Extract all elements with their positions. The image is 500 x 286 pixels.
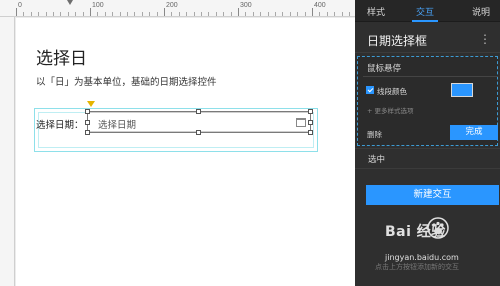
ruler-marker-icon xyxy=(67,0,73,5)
line-color-checkbox[interactable] xyxy=(366,86,374,94)
ruler-tick xyxy=(282,12,284,16)
ruler-label-300: 300 xyxy=(240,2,252,9)
ruler-tick xyxy=(304,12,306,16)
ruler-tick xyxy=(127,12,128,16)
ruler-tick xyxy=(30,12,32,16)
ruler-tick xyxy=(23,12,25,16)
ruler-tick xyxy=(334,12,336,16)
delete-button[interactable]: 删除 xyxy=(367,129,382,140)
hover-event-title[interactable]: 鼠标悬停 xyxy=(367,62,401,74)
ruler-tick xyxy=(312,8,313,16)
resize-handle-t[interactable] xyxy=(196,109,201,114)
ruler-tick xyxy=(141,12,143,16)
ruler-tick xyxy=(297,12,299,16)
ruler-tick xyxy=(164,8,165,16)
divider xyxy=(363,76,498,77)
ruler-tick xyxy=(38,12,40,16)
ruler-tick xyxy=(112,12,114,16)
ruler-tick xyxy=(252,12,254,16)
active-tab-indicator xyxy=(412,20,438,22)
line-color-label[interactable]: 线段颜色 xyxy=(377,86,407,97)
ruler-label-100: 100 xyxy=(92,2,104,9)
ruler-tick xyxy=(119,12,121,16)
resize-handle-b[interactable] xyxy=(196,130,201,135)
ruler-tick xyxy=(16,8,17,16)
widget-name[interactable]: 日期选择框 xyxy=(367,32,427,49)
baidu-watermark: Bai 经验 jingyan.baidu.com xyxy=(385,215,495,270)
divider xyxy=(355,52,500,53)
ruler-tick xyxy=(275,12,276,16)
done-button[interactable]: 完成 xyxy=(450,125,498,140)
ruler-tick xyxy=(289,12,291,16)
tab-interaction[interactable]: 交互 xyxy=(416,5,434,18)
ruler-tick xyxy=(238,8,239,16)
ruler-tick xyxy=(53,12,54,16)
ruler-tick xyxy=(215,12,217,16)
ruler-tick xyxy=(223,12,225,16)
ruler-tick xyxy=(97,12,99,16)
canvas-area[interactable]: 0 100 200 300 400 选择日 以「日」为基本单位，基础的日期选择控… xyxy=(0,0,355,286)
ruler-tick xyxy=(60,12,62,16)
date-label[interactable]: 选择日期： xyxy=(36,117,84,131)
ruler-tick xyxy=(267,12,269,16)
resize-handle-r[interactable] xyxy=(308,120,313,125)
ruler-tick xyxy=(230,12,232,16)
resize-handle-tl[interactable] xyxy=(85,109,90,114)
ruler-tick xyxy=(208,12,210,16)
more-options-icon[interactable]: ⋮ xyxy=(479,32,491,46)
ruler-tick xyxy=(245,12,247,16)
ruler-tick xyxy=(90,8,91,16)
ruler-tick xyxy=(82,12,84,16)
resize-handle-br[interactable] xyxy=(308,130,313,135)
anchor-marker-icon[interactable] xyxy=(87,101,95,107)
inspector-tabs: 样式 交互 说明 xyxy=(355,0,500,22)
ruler-tick xyxy=(349,12,350,16)
ruler-tick xyxy=(186,12,188,16)
ruler-tick xyxy=(326,12,328,16)
page-heading[interactable]: 选择日 xyxy=(36,44,87,69)
ruler-tick xyxy=(341,12,343,16)
tab-style[interactable]: 样式 xyxy=(367,5,385,18)
design-page[interactable]: 选择日 以「日」为基本单位，基础的日期选择控件 选择日期： 选择日期 xyxy=(16,18,355,286)
ruler-tick xyxy=(178,12,180,16)
ruler-label-200: 200 xyxy=(166,2,178,9)
ruler-tick xyxy=(193,12,195,16)
page-description[interactable]: 以「日」为基本单位，基础的日期选择控件 xyxy=(36,74,217,88)
ruler-tick xyxy=(171,12,173,16)
ruler-tick xyxy=(149,12,151,16)
vertical-ruler xyxy=(0,17,15,286)
divider xyxy=(355,148,500,149)
horizontal-ruler: 0 100 200 300 400 xyxy=(0,0,355,17)
resize-handle-tr[interactable] xyxy=(308,109,313,114)
divider xyxy=(355,168,500,169)
tab-notes[interactable]: 说明 xyxy=(472,5,490,18)
ruler-tick xyxy=(201,12,202,16)
line-color-swatch[interactable] xyxy=(451,83,473,97)
watermark-url: jingyan.baidu.com xyxy=(385,253,459,262)
app-window: 0 100 200 300 400 选择日 以「日」为基本单位，基础的日期选择控… xyxy=(0,0,500,286)
ruler-tick xyxy=(75,12,77,16)
selected-event-item[interactable]: 选中 xyxy=(368,153,385,165)
ruler-tick xyxy=(260,12,262,16)
ruler-label-400: 400 xyxy=(314,2,326,9)
resize-handle-bl[interactable] xyxy=(85,130,90,135)
new-interaction-button[interactable]: 新建交互 xyxy=(366,185,499,205)
paw-logo-icon xyxy=(427,217,449,239)
ruler-tick xyxy=(104,12,106,16)
more-style-options-link[interactable]: + 更多样式选项 xyxy=(367,105,414,115)
resize-handle-l[interactable] xyxy=(85,120,90,125)
ruler-tick xyxy=(156,12,158,16)
ruler-tick xyxy=(319,12,321,16)
ruler-tick xyxy=(67,12,69,16)
ruler-label-0: 0 xyxy=(18,2,22,9)
ruler-tick xyxy=(45,12,47,16)
ruler-tick xyxy=(134,12,136,16)
